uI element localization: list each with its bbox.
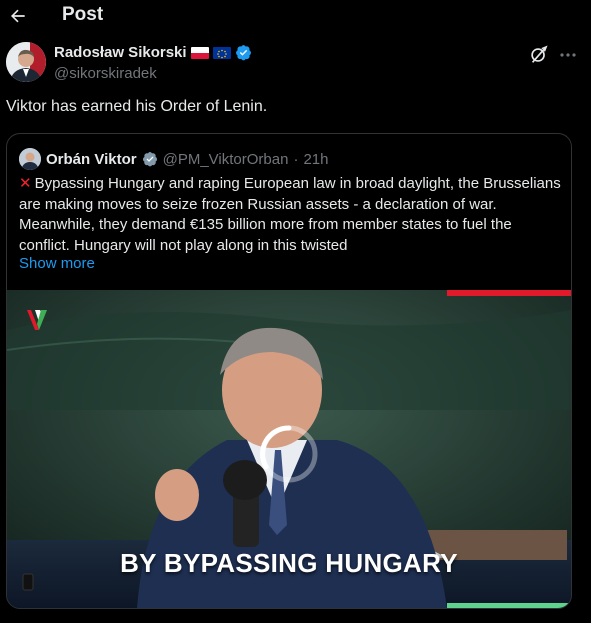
quote-timestamp[interactable]: 21h: [303, 151, 328, 168]
back-button[interactable]: [6, 4, 30, 28]
top-bar: Post: [0, 0, 591, 34]
page-title: Post: [62, 4, 104, 25]
grok-button[interactable]: [528, 44, 550, 66]
video-player[interactable]: BY BYPASSING HUNGARY: [7, 290, 571, 608]
video-bottom-accent: [447, 603, 571, 608]
volume-icon[interactable]: [21, 572, 35, 592]
quoted-post[interactable]: Orbán Viktor @PM_ViktorOrban · 21h ✕ Bypa…: [6, 133, 572, 609]
post-text: Viktor has earned his Order of Lenin.: [6, 98, 268, 115]
author-name[interactable]: Radosław Sikorski: [54, 44, 187, 61]
author-handle[interactable]: @sikorskiradek: [54, 65, 157, 82]
avatar[interactable]: [6, 42, 46, 82]
more-icon: [560, 53, 576, 57]
quote-avatar[interactable]: [19, 148, 41, 170]
quote-header: Orbán Viktor @PM_ViktorOrban · 21h: [19, 148, 328, 170]
grok-icon: [531, 45, 548, 63]
poland-flag-icon: [190, 46, 209, 59]
quote-separator: ·: [293, 150, 299, 168]
eu-flag-icon: [212, 46, 231, 59]
quote-body: Bypassing Hungary and raping European la…: [19, 175, 561, 254]
red-cross-icon: ✕: [19, 175, 32, 192]
author-name-line: Radosław Sikorski: [54, 44, 252, 61]
loading-spinner-icon: [260, 425, 318, 483]
quote-author-handle: @PM_ViktorOrban: [162, 150, 289, 168]
verified-gray-badge-icon: [142, 152, 157, 167]
more-button[interactable]: [556, 44, 580, 66]
verified-badge-icon: [235, 45, 251, 61]
video-top-accent: [447, 290, 571, 296]
avatar-image: [6, 42, 46, 82]
post-author: Radosław Sikorski @sikorskiradek: [6, 42, 586, 86]
quote-author-name[interactable]: Orbán Viktor: [46, 151, 137, 168]
back-arrow-icon: [11, 9, 25, 23]
channel-logo-icon: [27, 310, 47, 330]
quote-text: ✕ Bypassing Hungary and raping European l…: [19, 174, 563, 256]
video-caption: BY BYPASSING HUNGARY: [120, 548, 458, 578]
show-more-link[interactable]: Show more: [19, 255, 95, 272]
